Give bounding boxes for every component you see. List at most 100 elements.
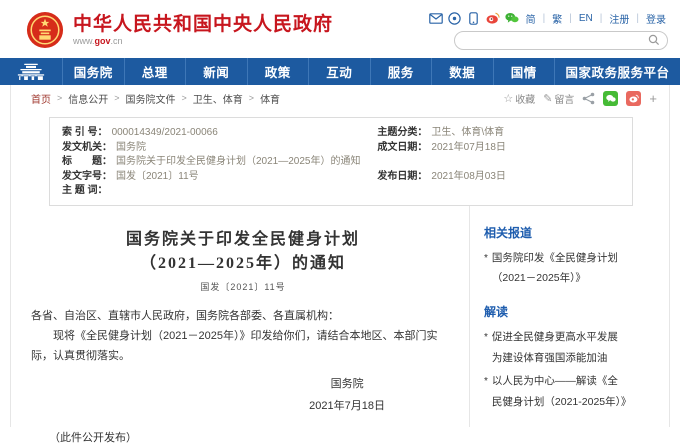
breadcrumb-separator: > bbox=[114, 93, 119, 103]
meta-value: 国务院关于印发全民健身计划（2021—2025年）的通知 bbox=[116, 155, 361, 170]
share-icon[interactable] bbox=[582, 92, 595, 105]
page-tools: ☆收藏 ✎留言 + bbox=[503, 91, 657, 106]
nav-item-interaction[interactable]: 互动 bbox=[308, 58, 370, 85]
bullet-marker: * bbox=[484, 248, 488, 289]
pipe-separator: | bbox=[600, 13, 603, 24]
related-reports-heading: 相关报道 bbox=[484, 224, 627, 241]
breadcrumb-separator: > bbox=[57, 93, 62, 103]
pipe-separator: | bbox=[569, 13, 572, 24]
nav-item-premier[interactable]: 总理 bbox=[124, 58, 186, 85]
register-link[interactable]: 注册 bbox=[607, 11, 631, 26]
breadcrumb-state-council-docs[interactable]: 国务院文件 bbox=[126, 91, 176, 106]
weibo-icon[interactable] bbox=[486, 12, 500, 25]
sign-date: 2021年7月18日 bbox=[309, 395, 385, 417]
meta-label: 标 题： bbox=[62, 155, 112, 170]
related-report-link[interactable]: * 国务院印发《全民健身计划（2021－2025年）》 bbox=[484, 248, 627, 289]
meta-label: 索 引 号： bbox=[62, 126, 108, 141]
public-release-note: （此件公开发布） bbox=[49, 429, 455, 445]
document-title-line1: 国务院关于印发全民健身计划 bbox=[31, 228, 455, 252]
meta-label: 主题分类： bbox=[377, 126, 427, 141]
main-nav: 国务院 总理 新闻 政策 互动 服务 数据 国情 国家政务服务平台 bbox=[0, 58, 680, 85]
lang-traditional-link[interactable]: 繁 bbox=[550, 11, 564, 26]
header-quick-links: 简| 繁| EN| 注册| 登录 bbox=[429, 11, 668, 26]
interpretation-link[interactable]: * 促进全民健身更高水平发展 为建设体育强国添能加油 bbox=[484, 327, 627, 368]
nav-home-tiananmen-icon[interactable] bbox=[0, 58, 62, 85]
star-icon: ☆ bbox=[503, 92, 513, 105]
gov-cn-page: 中华人民共和国中央人民政府 www.gov.cn bbox=[0, 0, 680, 427]
lang-english-link[interactable]: EN bbox=[577, 13, 595, 24]
nav-item-policy[interactable]: 政策 bbox=[247, 58, 309, 85]
site-title: 中华人民共和国中央人民政府 bbox=[73, 14, 333, 36]
meta-value: 000014349/2021-00066 bbox=[112, 126, 218, 141]
breadcrumb-separator: > bbox=[249, 93, 254, 103]
meta-value: 2021年07月18日 bbox=[431, 141, 506, 156]
nav-item-services[interactable]: 服务 bbox=[370, 58, 432, 85]
content-columns: 国务院关于印发全民健身计划 （2021—2025年）的通知 国发〔2021〕11… bbox=[11, 206, 669, 428]
related-sidebar: 相关报道 * 国务院印发《全民健身计划（2021－2025年）》 解读 * 促进… bbox=[469, 206, 669, 428]
share-wechat-button[interactable] bbox=[603, 91, 618, 106]
site-logo[interactable]: 中华人民共和国中央人民政府 www.gov.cn bbox=[26, 11, 333, 49]
pencil-icon: ✎ bbox=[543, 92, 552, 105]
bullet-marker: * bbox=[484, 327, 488, 368]
favorite-button[interactable]: ☆收藏 bbox=[503, 91, 535, 106]
rss-icon[interactable] bbox=[448, 12, 462, 25]
breadcrumb-info-disclosure[interactable]: 信息公开 bbox=[68, 91, 108, 106]
mobile-icon[interactable] bbox=[467, 12, 481, 25]
site-url-prefix: www. bbox=[73, 36, 95, 46]
national-emblem-icon bbox=[26, 11, 64, 49]
meta-label: 发布日期： bbox=[377, 170, 427, 185]
meta-right-column: 主题分类： 卫生、体育\体育 成文日期：2021年07月18日 发布日期： 2021… bbox=[377, 126, 620, 199]
site-url: www.gov.cn bbox=[73, 36, 333, 46]
nav-item-data[interactable]: 数据 bbox=[431, 58, 493, 85]
breadcrumb: 首页 > 信息公开 > 国务院文件 > 卫生、体育 > 体育 bbox=[31, 91, 280, 106]
lang-simplified-link[interactable]: 简 bbox=[524, 11, 538, 26]
signature-block: 国务院 2021年7月18日 bbox=[309, 373, 385, 417]
breadcrumb-separator: > bbox=[182, 93, 187, 103]
favorite-label: 收藏 bbox=[515, 91, 535, 106]
nav-item-national-conditions[interactable]: 国情 bbox=[493, 58, 555, 85]
meta-row-spacer bbox=[377, 184, 620, 199]
meta-row-signed-date: 成文日期：2021年07月18日 bbox=[377, 141, 620, 156]
breadcrumb-sports[interactable]: 体育 bbox=[260, 91, 280, 106]
interpretation-heading: 解读 bbox=[484, 303, 627, 320]
meta-row-doc-number: 发文字号：国发〔2021〕11号 bbox=[62, 170, 377, 185]
breadcrumb-home[interactable]: 首页 bbox=[31, 91, 51, 106]
search-input[interactable] bbox=[462, 35, 648, 46]
document-body-paragraph: 现将《全民健身计划（2021－2025年）》印发给你们，请结合本地区、本部门实际… bbox=[31, 326, 455, 367]
meta-left-column: 索 引 号： 000014349/2021-00066 发文机关：国务院 标 题：… bbox=[62, 126, 377, 199]
nav-item-state-council[interactable]: 国务院 bbox=[62, 58, 124, 85]
comment-label: 留言 bbox=[554, 91, 574, 106]
meta-row-issuing-agency: 发文机关：国务院 bbox=[62, 141, 377, 156]
nav-item-gov-service-platform[interactable]: 国家政务服务平台 bbox=[554, 58, 680, 85]
search-box[interactable] bbox=[454, 31, 668, 50]
site-url-suffix: .cn bbox=[111, 36, 123, 46]
meta-row-publish-date: 发布日期： 2021年08月03日 bbox=[377, 170, 620, 185]
document-title-line2: （2021—2025年）的通知 bbox=[31, 252, 455, 276]
breadcrumb-health-sports[interactable]: 卫生、体育 bbox=[193, 91, 243, 106]
meta-value: 卫生、体育\体育 bbox=[431, 126, 504, 141]
site-header: 中华人民共和国中央人民政府 www.gov.cn bbox=[0, 0, 680, 58]
interpretation-text: 促进全民健身更高水平发展 为建设体育强国添能加油 bbox=[492, 327, 627, 368]
document-salutation: 各省、自治区、直辖市人民政府，国务院各部委、各直属机构： bbox=[31, 306, 455, 326]
meta-value: 国发〔2021〕11号 bbox=[116, 170, 199, 185]
mail-icon[interactable] bbox=[429, 12, 443, 25]
site-url-gov: gov bbox=[95, 36, 111, 46]
comment-button[interactable]: ✎留言 bbox=[543, 91, 574, 106]
meta-row-keywords: 主 题 词： bbox=[62, 184, 377, 199]
interpretation-link[interactable]: * 以人民为中心——解读《全民健身计划（2021-2025年）》 bbox=[484, 371, 627, 412]
document-title: 国务院关于印发全民健身计划 （2021—2025年）的通知 bbox=[31, 228, 455, 276]
wechat-icon[interactable] bbox=[505, 12, 519, 25]
document-meta-box: 索 引 号： 000014349/2021-00066 发文机关：国务院 标 题：… bbox=[49, 117, 633, 206]
signer: 国务院 bbox=[309, 373, 385, 395]
pipe-separator: | bbox=[636, 13, 639, 24]
breadcrumb-row: 首页 > 信息公开 > 国务院文件 > 卫生、体育 > 体育 ☆收藏 ✎留言 + bbox=[11, 85, 669, 111]
nav-item-news[interactable]: 新闻 bbox=[185, 58, 247, 85]
meta-label: 主 题 词： bbox=[62, 184, 108, 199]
more-share-button[interactable]: + bbox=[649, 91, 657, 106]
search-icon[interactable] bbox=[648, 34, 660, 46]
login-link[interactable]: 登录 bbox=[644, 11, 668, 26]
document-main-column: 国务院关于印发全民健身计划 （2021—2025年）的通知 国发〔2021〕11… bbox=[11, 206, 469, 428]
meta-row-title: 标 题： 国务院关于印发全民健身计划（2021—2025年）的通知 bbox=[62, 155, 377, 170]
share-weibo-button[interactable] bbox=[626, 91, 641, 106]
meta-value: 2021年08月03日 bbox=[431, 170, 506, 185]
